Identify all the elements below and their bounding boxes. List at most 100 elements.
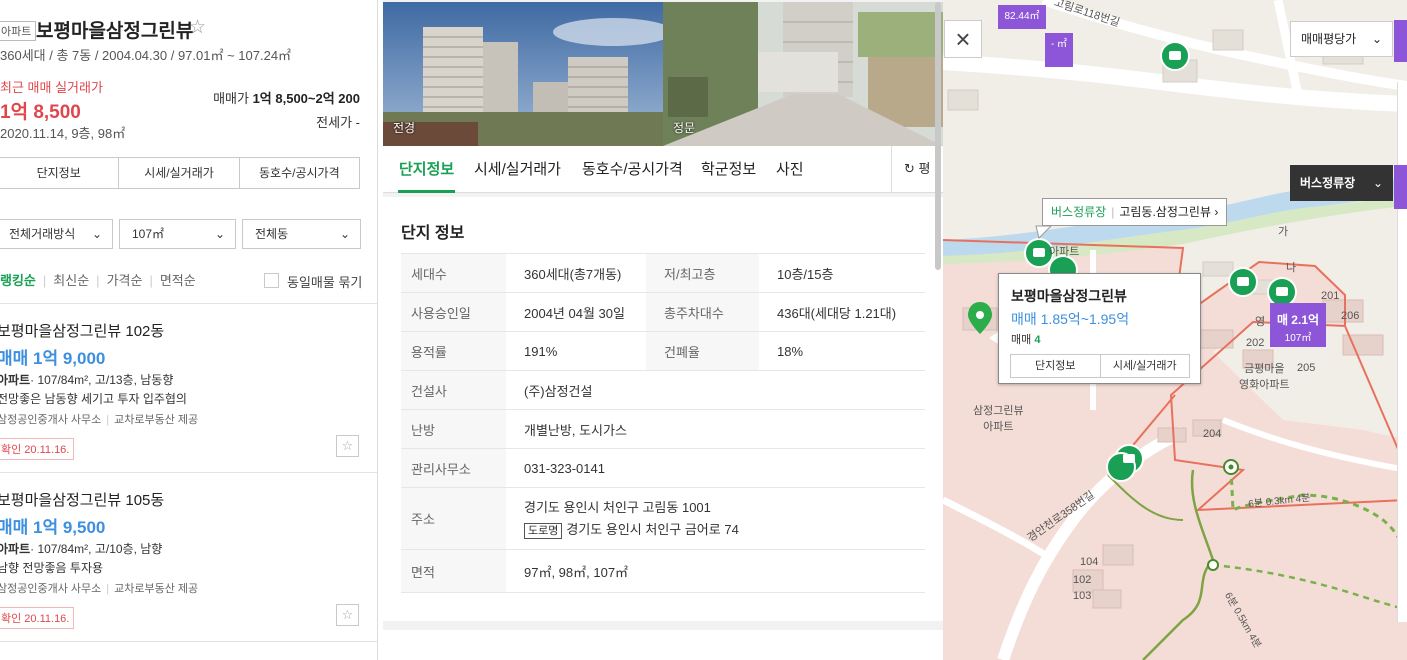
listing-type: 아파트 xyxy=(0,542,31,556)
map-label: 나 xyxy=(1286,262,1297,274)
sort-area[interactable]: 면적순 xyxy=(160,273,196,288)
price-marker-value: 매 2.1억 xyxy=(1276,313,1320,327)
bus-stop-prefix: 버스정류장 xyxy=(1051,205,1107,219)
recent-price: 1억 8,500 xyxy=(0,102,81,123)
listing-spec: 아파트· 107/84m², 고/13층, 남동향 xyxy=(0,371,173,388)
popup-count-value: 4 xyxy=(1034,334,1041,346)
complex-header: 아파트 보평마을삼정그린뷰 ☆ 360세대 / 총 7동 / 2004.04.3… xyxy=(0,0,377,150)
complex-label: 금평마을 영화아파트 xyxy=(1239,363,1290,391)
info-key: 세대수 xyxy=(401,253,506,293)
photo-exterior[interactable]: 전경 xyxy=(383,2,663,146)
deal-type-value: 전체거래방식 xyxy=(9,227,76,241)
listing-spec: 아파트· 107/84m², 고/10층, 남향 xyxy=(0,540,162,557)
map-label: 가 xyxy=(1278,226,1289,238)
photo-gate[interactable]: 정문 xyxy=(663,2,943,146)
chevron-down-icon: ⌄ xyxy=(91,227,102,241)
sort-latest[interactable]: 최신순 xyxy=(53,273,89,288)
road-badge: 도로명 xyxy=(524,522,563,539)
sort-price[interactable]: 가격순 xyxy=(107,273,143,288)
close-map-button[interactable]: × xyxy=(944,20,982,58)
tab-school[interactable]: 학군정보 xyxy=(701,158,756,179)
complex-info-card: 단지 정보 세대수 360세대(총7개동) 저/최고층 10층/15층 사용승인… xyxy=(383,197,943,621)
list-item[interactable]: 보평마을삼정그린뷰 102동 매매 1억 9,000 아파트· 107/84m²… xyxy=(0,320,377,488)
recent-price-label: 최근 매매 실거래가 xyxy=(0,80,103,95)
info-key: 용적률 xyxy=(401,331,506,371)
photo-caption: 정문 xyxy=(673,121,696,135)
sale-range-value: 1억 8,500~2억 200 xyxy=(252,91,360,106)
popup-count-label: 매매 xyxy=(1011,334,1032,346)
tab-price[interactable]: 시세/실거래가 xyxy=(119,158,240,188)
section-title: 단지 정보 xyxy=(401,225,465,242)
building-number: 206 xyxy=(1341,310,1360,322)
scrollbar[interactable] xyxy=(935,2,941,270)
table-row: 건설사 (주)삼정건설 xyxy=(401,370,925,410)
tab-photos[interactable]: 사진 xyxy=(776,158,804,179)
info-key: 사용승인일 xyxy=(401,292,506,332)
building-select[interactable]: 전체동 ⌄ xyxy=(242,219,361,249)
listing-spec-text: · 107/84m², 고/13층, 남동향 xyxy=(30,373,174,387)
complex-title: 보평마을삼정그린뷰 xyxy=(36,21,194,42)
tab-unit-price[interactable]: 동호수/공시가격 xyxy=(582,158,683,179)
type-badge: 아파트 xyxy=(0,21,37,41)
deal-type-select[interactable]: 전체거래방식 ⌄ xyxy=(0,219,113,249)
bus-stop-name: 고림동.삼정그린뷰 xyxy=(1119,205,1211,219)
popup-count: 매매 4 xyxy=(1011,331,1040,347)
exterior-photo-image xyxy=(383,2,663,146)
info-value: 개별난방, 도시가스 xyxy=(506,409,925,449)
chevron-down-icon: ⌄ xyxy=(339,227,350,241)
listing-agent: 삼정공인중개사 사무소 | 교차로부동산 제공 xyxy=(0,580,198,596)
tab-price[interactable]: 시세/실거래가 xyxy=(474,158,561,179)
bus-stop-toggle[interactable]: 버스정류장 ⌄ xyxy=(1290,165,1393,201)
area-marker[interactable]: 82.44㎡ xyxy=(998,5,1046,29)
favorite-star-icon[interactable]: ☆ xyxy=(336,435,359,457)
sale-range-label: 매매가 xyxy=(213,91,249,106)
info-value: 191% xyxy=(506,331,646,371)
popup-title: 보평마을삼정그린뷰 xyxy=(1011,288,1127,304)
listing-agent: 삼정공인중개사 사무소 | 교차로부동산 제공 xyxy=(0,411,198,427)
info-key: 난방 xyxy=(401,409,506,449)
info-key: 건설사 xyxy=(401,370,506,410)
favorite-star-icon[interactable]: ☆ xyxy=(336,604,359,626)
tab-complex-info[interactable]: 단지정보 xyxy=(0,158,120,188)
info-key: 건폐율 xyxy=(646,331,759,371)
side-tool-button[interactable] xyxy=(1394,20,1407,62)
info-value: (주)삼정건설 xyxy=(506,370,925,410)
listing-spec-text: · 107/84m², 고/10층, 남향 xyxy=(30,542,163,556)
gate-photo-image xyxy=(663,2,943,146)
area-select[interactable]: 107㎡ ⌄ xyxy=(119,219,236,249)
price-type-select[interactable]: 매매평당가 ⌄ xyxy=(1290,21,1393,57)
close-icon: × xyxy=(955,24,971,54)
map-view[interactable]: 고림로118번길 경안천로358번길 삼정그린뷰 아파트 금평마을 영화아파트 … xyxy=(943,0,1407,660)
listing-panel: 아파트 보평마을삼정그린뷰 ☆ 360세대 / 총 7동 / 2004.04.3… xyxy=(0,0,378,660)
agent-name[interactable]: 삼정공인중개사 사무소 xyxy=(0,414,101,426)
table-row: 사용승인일 2004년 04월 30일 총주차대수 436대(세대당 1.21대… xyxy=(401,292,925,332)
confirm-badge: 확인 20.11.16. xyxy=(0,607,75,629)
favorite-star-icon[interactable]: ☆ xyxy=(189,16,206,39)
side-toolbar xyxy=(1397,82,1407,622)
agent-name[interactable]: 삼정공인중개사 사무소 xyxy=(0,583,101,595)
tab-complex-info[interactable]: 단지정보 xyxy=(399,158,454,179)
popup-price-button[interactable]: 시세/실거래가 xyxy=(1101,355,1190,377)
confirm-badge: 확인 20.11.16. xyxy=(0,438,75,460)
divider xyxy=(0,472,377,473)
list-item[interactable]: 보평마을삼정그린뷰 105동 매매 1억 9,500 아파트· 107/84m²… xyxy=(0,489,377,657)
listing-desc: 전망좋은 남동향 세기고 투자 입주협의 xyxy=(0,392,187,406)
recent-date: 2020.11.14, 9층, 98㎡ xyxy=(0,126,126,141)
area-marker[interactable]: - ㎡ xyxy=(1045,33,1073,67)
price-marker[interactable]: 매 2.1억 107㎡ xyxy=(1270,303,1326,347)
side-tool-button[interactable] xyxy=(1394,165,1407,209)
info-value: 360세대(총7개동) xyxy=(506,253,646,293)
address-jibun: 경기도 용인시 처인구 고림동 1001 xyxy=(524,499,711,515)
filter-bar: 전체거래방식 ⌄ 107㎡ ⌄ 전체동 ⌄ xyxy=(0,219,361,249)
listing-name[interactable]: 보평마을삼정그린뷰 105동 xyxy=(0,489,164,510)
sort-ranking[interactable]: 랭킹순 xyxy=(0,273,36,288)
popup-complex-info-button[interactable]: 단지정보 xyxy=(1011,355,1101,377)
listing-price: 매매 1억 9,000 xyxy=(0,349,106,368)
same-listing-checkbox[interactable] xyxy=(264,273,279,288)
photo-caption: 전경 xyxy=(393,121,416,135)
divider xyxy=(0,641,377,642)
listing-name[interactable]: 보평마을삼정그린뷰 102동 xyxy=(0,320,164,341)
tab-unit-price[interactable]: 동호수/공시가격 xyxy=(240,158,359,188)
bus-stop-label[interactable]: 버스정류장 | 고림동.삼정그린뷰 › xyxy=(1042,198,1228,226)
table-row: 주소 경기도 용인시 처인구 고림동 1001 도로명 경기도 용인시 처인구 금… xyxy=(401,487,925,550)
